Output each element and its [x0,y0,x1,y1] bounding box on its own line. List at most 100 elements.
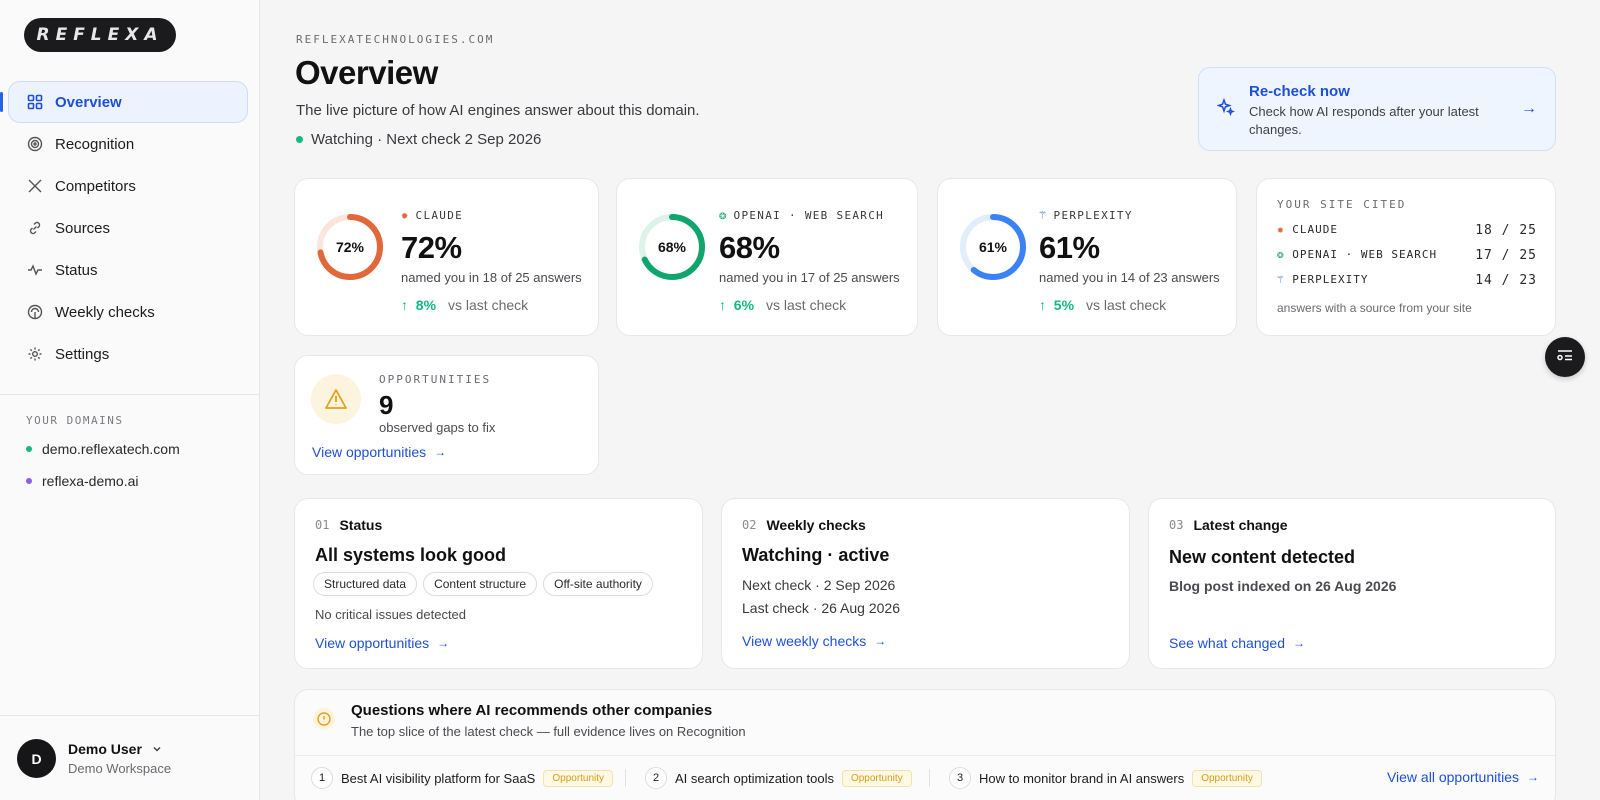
delta-value: ↑ 8% [401,297,436,313]
active-indicator [0,92,3,112]
view-all-opportunities-link[interactable]: View all opportunities → [1387,769,1539,785]
sidebar-item-weekly-checks[interactable]: Weekly checks [8,291,248,333]
gear-icon [27,346,43,362]
engine-label: ⚚ PERPLEXITY [1039,208,1133,222]
section-heading-text: Status [339,517,383,533]
claude-icon: ✹ [1277,223,1285,236]
sidebar-item-label: Sources [55,219,111,237]
score-detail: named you in 17 of 25 answers [719,270,900,285]
sidebar-item-competitors[interactable]: Competitors [8,165,248,207]
sidebar-divider [0,394,259,395]
score-value: 68% [719,230,780,265]
cited-footer: answers with a source from your site [1277,301,1472,315]
question-item[interactable]: 2 AI search optimization tools Opportuni… [645,767,912,789]
chip-structured-data[interactable]: Structured data [313,572,418,596]
score-delta: ↑ 6% vs last check [719,297,846,313]
recheck-button[interactable]: Re-check now Check how AI responds after… [1198,67,1556,151]
chevron-down-icon [152,741,162,757]
see-what-changed-link[interactable]: See what changed → [1169,635,1305,651]
site-cited-card: YOUR SITE CITED ✹ CLAUDE 18 / 25 ❂ OPENA… [1256,178,1556,336]
section-heading: 01 Status [315,517,382,533]
cited-value: 17 / 25 [1475,248,1537,263]
perplexity-icon: ⚚ [1039,208,1048,222]
domain-name: reflexa-demo.ai [42,473,139,489]
ring-label: 68% [657,239,687,255]
questions-title: Questions where AI recommends other comp… [351,702,713,719]
section-number: 01 [315,518,330,532]
grid-icon [27,94,43,110]
sidebar-item-label: Competitors [55,177,136,195]
cited-label: YOUR SITE CITED [1277,198,1407,211]
score-detail: named you in 18 of 25 answers [401,270,582,285]
cited-row: ❂ OPENAI · WEB SEARCH 17 / 25 [1277,248,1537,263]
watch-status: Watching · Next check 2 Sep 2026 [296,131,541,148]
openai-icon: ❂ [1277,248,1285,261]
sidebar-item-overview[interactable]: Overview [8,81,248,123]
domain-item[interactable]: demo.reflexatech.com [26,441,180,457]
recheck-title: Re-check now [1249,83,1350,100]
section-title: New content detected [1169,547,1356,567]
delta-number: 6% [733,297,755,313]
arrow-right-icon: → [434,445,447,459]
question-item[interactable]: 3 How to monitor brand in AI answers Opp… [949,767,1262,789]
question-number: 1 [311,767,333,789]
questions-subtitle: The top slice of the latest check — full… [351,724,746,739]
warning-icon [311,374,361,424]
separator [625,769,626,787]
section-heading-text: Weekly checks [766,517,866,533]
status-text: No critical issues detected [315,607,467,622]
sidebar-item-sources[interactable]: Sources [8,207,248,249]
opportunity-badge: Opportunity [841,769,912,787]
delta-value: ↑ 6% [719,297,754,313]
view-opportunities-link[interactable]: View opportunities → [312,444,446,460]
opportunity-badge: Opportunity [1192,769,1262,787]
user-name: Demo User [68,741,142,757]
sidebar-nav: Overview Recognition Competitors Sources… [8,81,248,375]
score-card-claude: 72% ✹ CLAUDE 72% named you in 18 of 25 a… [294,178,599,336]
cited-engine-name: CLAUDE [1292,223,1338,236]
section-title: All systems look good [315,545,507,565]
latest-change-text: Blog post indexed on 26 Aug 2026 [1169,578,1397,594]
chip-off-site-authority[interactable]: Off-site authority [543,572,653,596]
opportunities-card: OPPORTUNITIES 9 observed gaps to fix Vie… [294,355,599,475]
target-icon [27,136,43,152]
latest-change-summary-card: 03 Latest change New content detected Blo… [1148,498,1556,669]
sidebar-item-status[interactable]: Status [8,249,248,291]
score-value: 72% [401,230,462,265]
arrow-up-icon: ↑ [1039,297,1046,313]
view-weekly-checks-link[interactable]: View weekly checks → [742,633,886,649]
domain-status-dot [26,478,32,484]
link-text: View opportunities [315,635,430,651]
brand-logo[interactable]: REFLEXA [24,18,176,52]
score-card-openai: 68% ❂ OPENAI · WEB SEARCH 68% named you … [616,178,918,336]
score-detail: named you in 14 of 23 answers [1039,270,1220,285]
filter-menu-button[interactable] [1545,337,1585,377]
sidebar-item-settings[interactable]: Settings [8,333,248,375]
section-heading-text: Latest change [1193,517,1288,533]
cited-value: 14 / 23 [1475,273,1537,288]
view-opportunities-link[interactable]: View opportunities → [315,635,449,651]
engine-label: ✹ CLAUDE [401,208,463,222]
link-text: View all opportunities [1386,769,1519,785]
score-delta: ↑ 5% vs last check [1039,297,1166,313]
arrow-right-icon: → [1292,636,1305,650]
chip-content-structure[interactable]: Content structure [423,572,538,596]
question-item[interactable]: 1 Best AI visibility platform for SaaS O… [311,767,614,789]
user-menu[interactable]: D Demo User Demo Workspace [17,739,171,778]
sidebar-item-label: Settings [55,345,110,363]
opportunities-count: 9 [379,390,394,420]
sidebar: REFLEXA Overview Recognition Competitors… [0,0,260,800]
arrow-up-icon: ↑ [401,297,408,313]
sidebar-item-recognition[interactable]: Recognition [8,123,248,165]
watch-status-text: Watching · Next check 2 Sep 2026 [311,131,542,148]
domain-item[interactable]: reflexa-demo.ai [26,473,139,489]
opportunities-description: observed gaps to fix [379,420,496,435]
recheck-description: Check how AI responds after your latest … [1249,104,1479,137]
claude-icon: ✹ [401,208,410,222]
page-title: Overview [295,54,438,91]
weekly-checks-summary-card: 02 Weekly checks Watching · active Next c… [721,498,1130,669]
link-icon [27,220,43,236]
link-text: See what changed [1169,635,1285,651]
chip-list: Structured data Content structure Off-si… [313,572,659,596]
cited-row: ✹ CLAUDE 18 / 25 [1277,223,1537,238]
